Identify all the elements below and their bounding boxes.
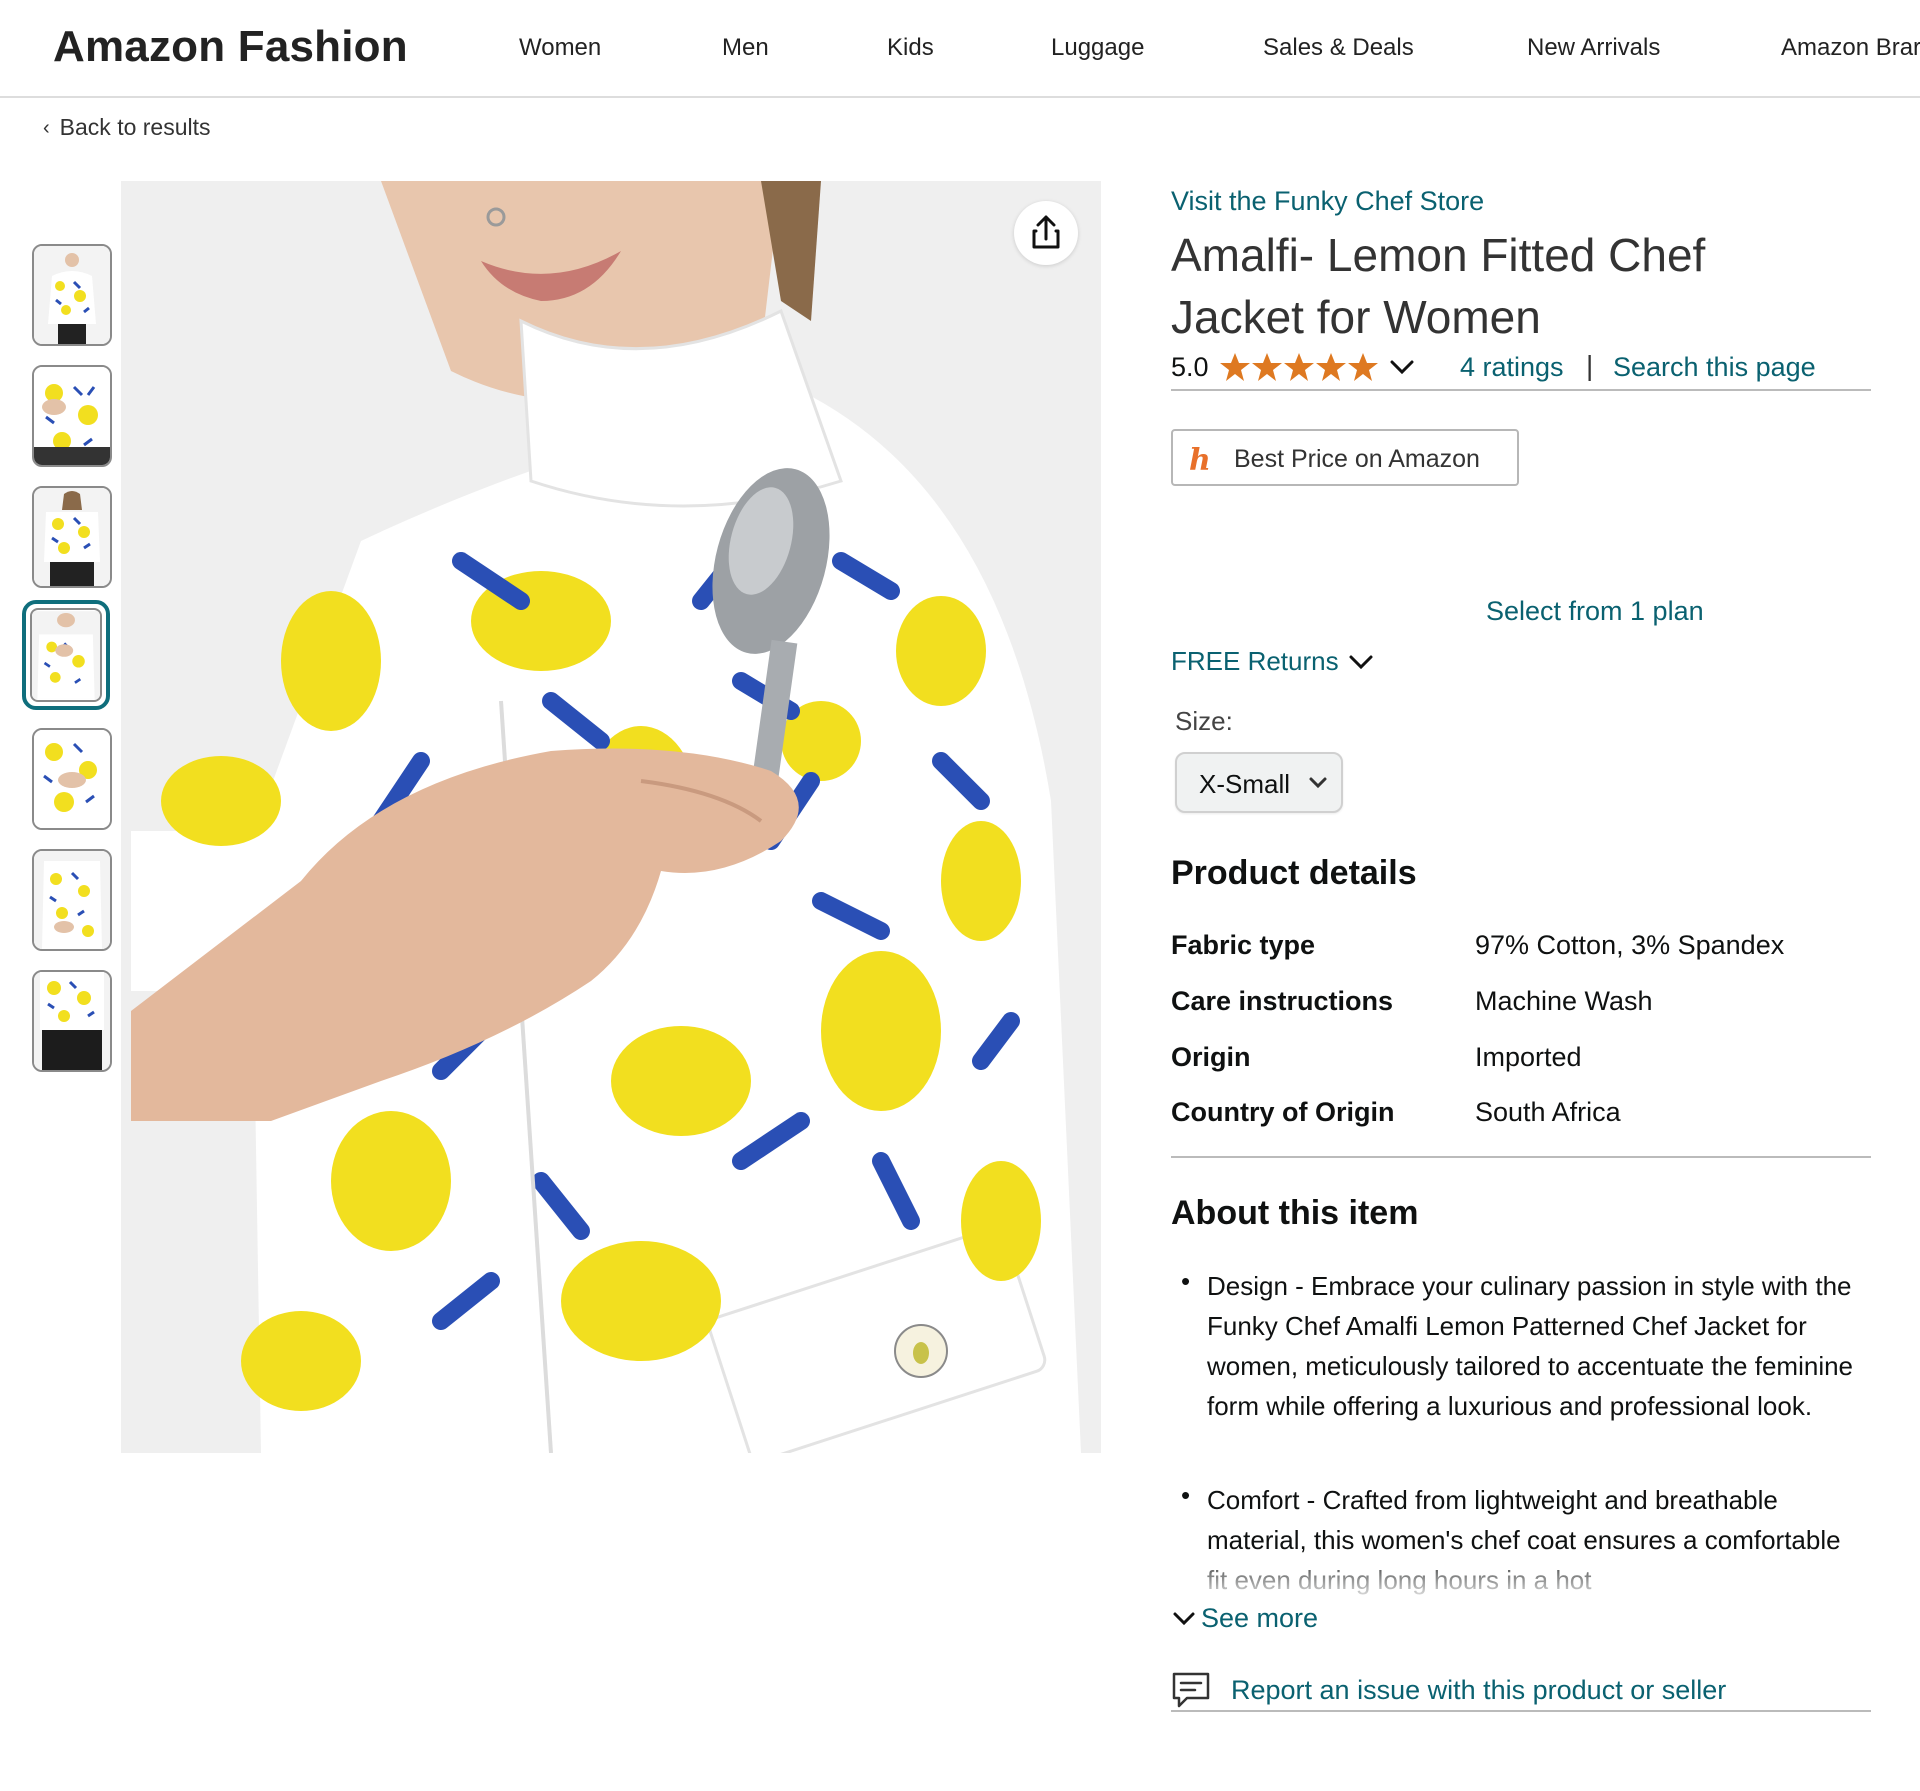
share-icon: [1032, 215, 1060, 249]
select-plan-link[interactable]: Select from 1 plan: [1486, 596, 1704, 627]
separator: |: [1586, 350, 1594, 381]
chevron-left-icon: ‹: [43, 117, 50, 139]
thumbnail-2[interactable]: [32, 365, 112, 467]
thumbnail-1[interactable]: [32, 244, 112, 346]
search-this-page-link[interactable]: Search this page: [1613, 352, 1816, 383]
divider: [1171, 389, 1871, 391]
about-bullets: • Design - Embrace your culinary passion…: [1171, 1266, 1871, 1596]
top-nav-bar: Amazon Fashion Women Men Kids Luggage Sa…: [0, 0, 1920, 98]
share-button[interactable]: [1014, 201, 1078, 265]
thumbnail-4-image: [30, 608, 102, 702]
detail-value: 97% Cotton, 3% Spandex: [1475, 930, 1785, 960]
nav-men[interactable]: Men: [722, 34, 769, 62]
thumbnail-6[interactable]: [32, 849, 112, 951]
free-returns-link[interactable]: FREE Returns: [1171, 646, 1339, 677]
see-more-link[interactable]: See more: [1201, 1603, 1318, 1634]
best-price-button[interactable]: h Best Price on Amazon: [1171, 429, 1519, 486]
back-to-results-link[interactable]: ‹ Back to results: [43, 114, 211, 141]
detail-row-care: Care instructions Machine Wash: [1171, 986, 1871, 1026]
detail-value: Machine Wash: [1475, 986, 1653, 1016]
thumbnail-7[interactable]: [32, 970, 112, 1072]
chevron-down-icon[interactable]: [1172, 1608, 1196, 1630]
nav-new-arrivals[interactable]: New Arrivals: [1527, 34, 1660, 62]
bullet-dot: •: [1181, 1480, 1191, 1510]
divider: [1171, 1156, 1871, 1158]
detail-row-country: Country of Origin South Africa: [1171, 1097, 1871, 1137]
honey-h-icon: h: [1189, 443, 1211, 478]
bullet-text: Design - Embrace your culinary passion i…: [1207, 1271, 1854, 1421]
text-fade-overlay: [1171, 1556, 1871, 1596]
star-icon: [1220, 353, 1378, 381]
best-price-label: Best Price on Amazon: [1234, 445, 1480, 473]
detail-key: Fabric type: [1171, 930, 1316, 960]
divider: [1171, 1710, 1871, 1712]
detail-key: Origin: [1171, 1042, 1251, 1072]
size-dropdown[interactable]: X-Small: [1175, 752, 1343, 813]
product-details-heading: Product details: [1171, 854, 1417, 892]
chevron-down-icon[interactable]: [1389, 356, 1415, 378]
star-rating[interactable]: [1219, 351, 1379, 385]
nav-kids[interactable]: Kids: [887, 34, 934, 62]
ratings-count-link[interactable]: 4 ratings: [1460, 352, 1564, 383]
detail-row-fabric: Fabric type 97% Cotton, 3% Spandex: [1171, 930, 1871, 970]
detail-row-origin: Origin Imported: [1171, 1042, 1871, 1082]
nav-sales-deals[interactable]: Sales & Deals: [1263, 34, 1414, 62]
rating-row: 5.0 4 ratings | Search this page: [1171, 350, 1871, 390]
thumbnail-4-selected[interactable]: [22, 600, 110, 710]
rating-value: 5.0: [1171, 352, 1209, 382]
size-label: Size:: [1175, 706, 1233, 736]
back-to-results-label: Back to results: [59, 114, 211, 140]
detail-key: Country of Origin: [1171, 1097, 1395, 1127]
chevron-down-icon: [1309, 777, 1327, 789]
chevron-down-icon[interactable]: [1348, 651, 1374, 673]
main-product-image[interactable]: [121, 181, 1101, 1453]
detail-key: Care instructions: [1171, 986, 1394, 1016]
store-link[interactable]: Visit the Funky Chef Store: [1171, 186, 1484, 217]
size-selected-value: X-Small: [1199, 769, 1291, 799]
about-this-item-heading: About this item: [1171, 1194, 1419, 1232]
category-nav: Women Men Kids Luggage Sales & Deals New…: [0, 34, 1920, 74]
nav-luggage[interactable]: Luggage: [1051, 34, 1144, 62]
product-title: Amalfi- Lemon Fitted Chef Jacket for Wom…: [1171, 229, 1706, 343]
report-issue-link[interactable]: Report an issue with this product or sel…: [1231, 1675, 1726, 1706]
nav-amazon-brands[interactable]: Amazon Brar: [1781, 34, 1920, 62]
report-chat-icon[interactable]: [1171, 1671, 1211, 1709]
detail-value: South Africa: [1475, 1097, 1621, 1127]
detail-value: Imported: [1475, 1042, 1582, 1072]
thumbnail-3[interactable]: [32, 486, 112, 588]
bullet-dot: •: [1181, 1266, 1191, 1296]
thumbnail-5[interactable]: [32, 728, 112, 830]
nav-women[interactable]: Women: [519, 34, 601, 62]
